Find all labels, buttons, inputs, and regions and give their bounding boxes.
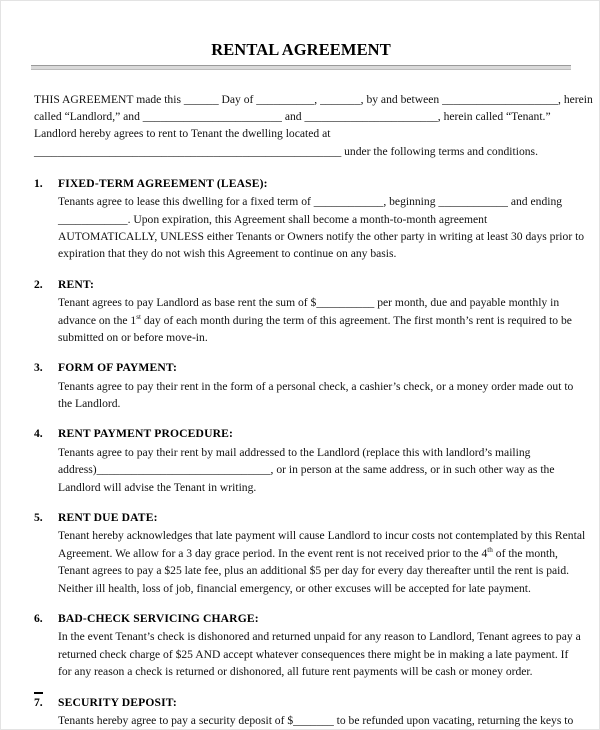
- section-number: 5.: [34, 511, 43, 525]
- intro-line: Landlord hereby agrees to rent to Tenant…: [34, 127, 331, 141]
- section-text-line: AUTOMATICALLY, UNLESS either Tenants or …: [58, 229, 585, 243]
- sections-list: 1. FIXED-TERM AGREEMENT (LEASE): Tenants a…: [1, 175, 599, 729]
- intro-line: THIS AGREEMENT made this ______ Day of _…: [34, 93, 593, 107]
- section-text-line: for any reason a check is returned or di…: [58, 665, 533, 679]
- section-text: Tenants agree to pay their rent in the f…: [58, 378, 573, 413]
- document-body: RENTAL AGREEMENT THIS AGREEMENT made thi…: [1, 1, 599, 729]
- section-body: SECURITY DEPOSIT: Tenants hereby agree to…: [58, 694, 574, 729]
- section-heading: RENT DUE DATE:: [58, 511, 158, 525]
- section-text: Tenants agree to pay their rent by mail …: [58, 444, 573, 496]
- section-text: Tenant agrees to pay Landlord as base re…: [58, 294, 573, 346]
- section-item: 3. FORM OF PAYMENT: Tenants agree to pay t…: [34, 359, 573, 425]
- section-number: 3.: [34, 361, 43, 375]
- section-text: Tenant hereby acknowledges that late pay…: [58, 527, 586, 597]
- section-text-line: Tenants hereby agree to pay a security d…: [58, 713, 574, 727]
- section-item: 2. RENT: Tenant agrees to pay Landlord as …: [34, 276, 573, 360]
- section-body: RENT PAYMENT PROCEDURE: Tenants agree to …: [58, 425, 573, 496]
- section-text-line: Tenant agrees to pay Landlord as base re…: [58, 296, 560, 310]
- section-heading: FIXED-TERM AGREEMENT (LEASE):: [58, 176, 268, 190]
- section-number: 6.: [34, 611, 43, 625]
- section-item: 4. RENT PAYMENT PROCEDURE: Tenants agree t…: [34, 425, 573, 509]
- intro-line: ________________________________________…: [34, 144, 538, 158]
- section-item: 7. SECURITY DEPOSIT: Tenants hereby agree …: [34, 694, 574, 729]
- section-heading: FORM OF PAYMENT:: [58, 361, 177, 375]
- section-text-line: returned check charge of $25 AND accept …: [58, 647, 569, 661]
- section-text-line: Tenants agree to lease this dwelling for…: [58, 195, 563, 209]
- section-body: RENT: Tenant agrees to pay Landlord as ba…: [58, 276, 573, 347]
- section-item: 5. RENT DUE DATE: Tenant hereby acknowledg…: [34, 509, 586, 610]
- section-item: 6. BAD-CHECK SERVICING CHARGE: In the even…: [34, 610, 581, 694]
- section-text-line: expiration that they do not wish this Ag…: [58, 247, 397, 261]
- section-body: FORM OF PAYMENT: Tenants agree to pay the…: [58, 359, 573, 412]
- section-body: BAD-CHECK SERVICING CHARGE: In the event …: [58, 610, 581, 681]
- section-heading: SECURITY DEPOSIT:: [58, 695, 177, 709]
- section-number: 1.: [34, 176, 43, 190]
- section-heading: RENT PAYMENT PROCEDURE:: [58, 427, 234, 441]
- section-text-line: Landlord will advise the Tenant in writi…: [58, 480, 257, 494]
- section-text-line: Tenant hereby acknowledges that late pay…: [58, 529, 586, 543]
- intro-paragraph: THIS AGREEMENT made this ______ Day of _…: [34, 91, 593, 160]
- section-number: 7.: [34, 695, 43, 709]
- section-number: 2.: [34, 277, 43, 291]
- section-body: RENT DUE DATE: Tenant hereby acknowledges…: [58, 509, 586, 597]
- section-number: 4.: [34, 427, 43, 441]
- trailing-dash-mark: [34, 692, 43, 694]
- section-text-line: Tenants agree to pay their rent by mail …: [58, 445, 531, 459]
- section-text-line: submitted on or before move-in.: [58, 330, 208, 344]
- page-title: RENTAL AGREEMENT: [211, 40, 391, 59]
- section-text-line: Tenants agree to pay their rent in the f…: [58, 379, 574, 393]
- section-text: Tenants hereby agree to pay a security d…: [58, 712, 574, 729]
- section-text-line: advance on the 1st day of each month dur…: [58, 312, 572, 327]
- section-text-line: Agreement. We allow for a 3 day grace pe…: [58, 545, 558, 560]
- section-text-line: Neither ill health, loss of job, financi…: [58, 581, 531, 595]
- section-heading: BAD-CHECK SERVICING CHARGE:: [58, 611, 259, 625]
- section-text-line: Tenant agrees to pay a $25 late fee, plu…: [58, 564, 570, 578]
- section-heading: RENT:: [58, 277, 94, 291]
- document-page: RENTAL AGREEMENT THIS AGREEMENT made thi…: [0, 0, 600, 730]
- section-text-line: address)______________________________, …: [58, 463, 555, 477]
- intro-line: called “Landlord,” and _________________…: [34, 110, 551, 124]
- section-text-line: In the event Tenant’s check is dishonore…: [58, 630, 581, 644]
- title-divider: [31, 65, 571, 71]
- section-text-line: the Landlord.: [58, 397, 121, 411]
- section-body: FIXED-TERM AGREEMENT (LEASE): Tenants agr…: [58, 175, 585, 263]
- section-item: 1. FIXED-TERM AGREEMENT (LEASE): Tenants a…: [34, 175, 585, 276]
- section-text: In the event Tenant’s check is dishonore…: [58, 628, 581, 680]
- clipped-section-region: 7. SECURITY DEPOSIT: Tenants hereby agree …: [1, 694, 599, 729]
- section-text: Tenants agree to lease this dwelling for…: [58, 193, 585, 263]
- section-text-line: ____________. Upon expiration, this Agre…: [58, 212, 488, 226]
